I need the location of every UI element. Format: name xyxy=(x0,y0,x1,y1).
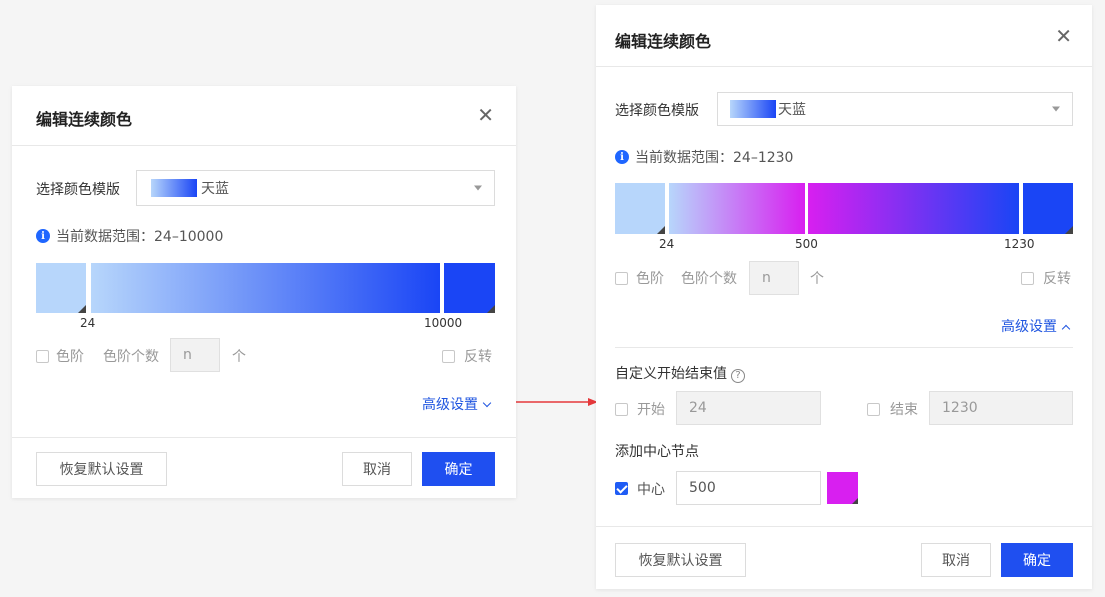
start-color-block[interactable] xyxy=(36,263,86,313)
step-unit: 个 xyxy=(232,349,246,365)
end-color-block[interactable] xyxy=(1023,183,1073,234)
reset-default-button[interactable]: 恢复默认设置 xyxy=(36,452,167,486)
chevron-down-icon xyxy=(474,185,482,191)
advanced-settings-label: 高级设置 xyxy=(422,397,478,413)
start-label: 开始 xyxy=(637,402,665,418)
edit-continuous-color-dialog-collapsed: 编辑连续颜色 ✕ 选择颜色模版 天蓝 i 当前数据范围：24–10000 24 … xyxy=(12,86,516,498)
advanced-settings-toggle[interactable]: 高级设置 xyxy=(422,394,492,414)
step-count-placeholder: n xyxy=(183,347,192,363)
cancel-button[interactable]: 取消 xyxy=(921,543,991,577)
data-range-text: 当前数据范围：24–1230 xyxy=(635,150,794,166)
step-count-input[interactable]: n xyxy=(170,338,220,372)
corner-handle xyxy=(78,305,86,313)
end-label: 结束 xyxy=(890,402,918,418)
reset-default-button[interactable]: 恢复默认设置 xyxy=(615,543,746,577)
center-checkbox[interactable] xyxy=(615,482,628,495)
end-value: 1230 xyxy=(942,400,978,416)
step-count-label: 色阶个数 xyxy=(103,349,159,365)
center-node-title: 添加中心节点 xyxy=(615,444,699,460)
chevron-down-icon xyxy=(482,398,492,408)
template-select[interactable]: 天蓝 xyxy=(136,170,495,206)
custom-range-title: 自定义开始结束值? xyxy=(615,363,745,383)
cancel-button[interactable]: 取消 xyxy=(342,452,412,486)
step-count-input[interactable]: n xyxy=(749,261,799,295)
tick-start: 24 xyxy=(659,237,675,251)
corner-handle xyxy=(1065,226,1073,234)
start-checkbox[interactable] xyxy=(615,403,628,416)
step-checkbox[interactable] xyxy=(615,272,628,285)
step-count-label: 色阶个数 xyxy=(681,271,737,287)
template-value: 天蓝 xyxy=(201,181,229,197)
chevron-up-icon xyxy=(1061,324,1071,334)
footer-divider xyxy=(12,437,516,438)
template-select[interactable]: 天蓝 xyxy=(717,92,1073,126)
end-checkbox[interactable] xyxy=(867,403,880,416)
dialog-title: 编辑连续颜色 xyxy=(36,110,133,129)
confirm-button[interactable]: 确定 xyxy=(1001,543,1073,577)
corner-handle xyxy=(852,498,858,504)
corner-handle xyxy=(657,226,665,234)
custom-range-title-text: 自定义开始结束值 xyxy=(615,366,727,382)
start-value: 24 xyxy=(689,400,707,416)
gradient-bar-start-to-center xyxy=(669,183,805,234)
template-value: 天蓝 xyxy=(778,102,806,118)
template-label: 选择颜色模版 xyxy=(36,182,120,198)
step-count-placeholder: n xyxy=(762,270,771,286)
reverse-checkbox[interactable] xyxy=(1021,272,1034,285)
close-icon[interactable]: ✕ xyxy=(1055,26,1072,46)
tick-end: 10000 xyxy=(424,316,463,330)
start-color-block[interactable] xyxy=(615,183,665,234)
step-checkbox[interactable] xyxy=(36,350,49,363)
reverse-checkbox[interactable] xyxy=(442,350,455,363)
reverse-label: 反转 xyxy=(1043,271,1071,287)
template-label: 选择颜色模版 xyxy=(615,103,699,119)
help-icon[interactable]: ? xyxy=(731,368,745,383)
center-color-swatch[interactable] xyxy=(827,472,858,504)
edit-continuous-color-dialog-expanded: 编辑连续颜色 ✕ 选择颜色模版 天蓝 i 当前数据范围：24–1230 24 5… xyxy=(596,5,1092,589)
dialog-title: 编辑连续颜色 xyxy=(615,32,712,51)
step-unit: 个 xyxy=(810,271,824,287)
gradient-swatch xyxy=(730,100,776,118)
reverse-label: 反转 xyxy=(464,349,492,365)
end-value-input[interactable]: 1230 xyxy=(929,391,1073,425)
corner-handle xyxy=(487,305,495,313)
advanced-settings-label: 高级设置 xyxy=(1001,319,1057,335)
data-range-text: 当前数据范围：24–10000 xyxy=(56,229,224,245)
close-icon[interactable]: ✕ xyxy=(477,105,494,125)
dialog-header: 编辑连续颜色 ✕ xyxy=(12,86,516,146)
chevron-down-icon xyxy=(1052,106,1060,112)
end-color-block[interactable] xyxy=(444,263,495,313)
tick-end: 1230 xyxy=(1004,237,1035,251)
confirm-button[interactable]: 确定 xyxy=(422,452,495,486)
center-label: 中心 xyxy=(637,482,665,498)
start-value-input[interactable]: 24 xyxy=(676,391,821,425)
info-icon: i xyxy=(36,229,50,243)
step-label: 色阶 xyxy=(56,349,84,365)
data-range-info: i 当前数据范围：24–1230 xyxy=(615,147,793,167)
data-range-info: i 当前数据范围：24–10000 xyxy=(36,226,223,246)
dialog-header: 编辑连续颜色 ✕ xyxy=(596,5,1092,67)
step-label: 色阶 xyxy=(636,271,664,287)
advanced-settings-toggle[interactable]: 高级设置 xyxy=(1001,316,1071,336)
tick-start: 24 xyxy=(80,316,96,330)
gradient-bar xyxy=(91,263,440,313)
center-value-input[interactable]: 500 xyxy=(676,471,821,505)
info-icon: i xyxy=(615,150,629,164)
advanced-divider xyxy=(615,347,1073,348)
gradient-swatch xyxy=(151,179,197,197)
center-value: 500 xyxy=(689,480,716,496)
footer-divider xyxy=(596,526,1092,527)
tick-mid: 500 xyxy=(795,237,818,251)
gradient-bar-center-to-end xyxy=(808,183,1019,234)
